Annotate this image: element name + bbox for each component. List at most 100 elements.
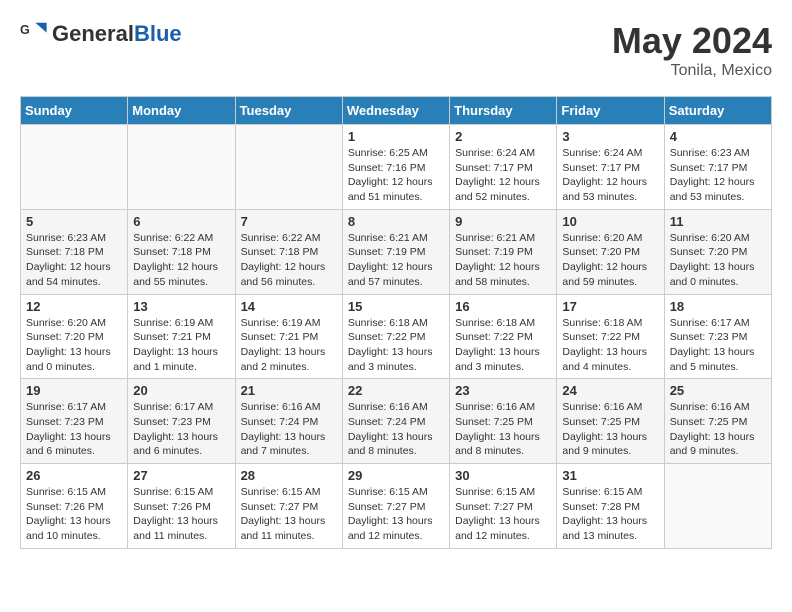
day-number: 15 [348, 299, 444, 314]
day-info: Sunrise: 6:23 AM Sunset: 7:17 PM Dayligh… [670, 146, 766, 205]
day-info: Sunrise: 6:15 AM Sunset: 7:28 PM Dayligh… [562, 485, 658, 544]
calendar-cell: 19Sunrise: 6:17 AM Sunset: 7:23 PM Dayli… [21, 379, 128, 464]
day-info: Sunrise: 6:25 AM Sunset: 7:16 PM Dayligh… [348, 146, 444, 205]
day-number: 20 [133, 383, 229, 398]
calendar-cell: 26Sunrise: 6:15 AM Sunset: 7:26 PM Dayli… [21, 464, 128, 549]
day-number: 28 [241, 468, 337, 483]
calendar-cell: 6 Sunrise: 6:22 AM Sunset: 7:18 PM Daylig… [128, 209, 235, 294]
calendar-cell: 9 Sunrise: 6:21 AM Sunset: 7:19 PM Daylig… [450, 209, 557, 294]
day-of-week-header: Tuesday [235, 97, 342, 125]
day-number: 21 [241, 383, 337, 398]
calendar-week-row: 1 Sunrise: 6:25 AM Sunset: 7:16 PM Daylig… [21, 125, 772, 210]
calendar-cell: 20 Sunrise: 6:17 AM Sunset: 7:23 PM Dayli… [128, 379, 235, 464]
day-of-week-header: Thursday [450, 97, 557, 125]
day-info: Sunrise: 6:24 AM Sunset: 7:17 PM Dayligh… [455, 146, 551, 205]
calendar-cell: 13 Sunrise: 6:19 AM Sunset: 7:21 PM Dayli… [128, 294, 235, 379]
day-number: 5 [26, 214, 122, 229]
calendar-week-row: 5 Sunrise: 6:23 AM Sunset: 7:18 PM Daylig… [21, 209, 772, 294]
calendar-cell: 23 Sunrise: 6:16 AM Sunset: 7:25 PM Dayli… [450, 379, 557, 464]
calendar-cell: 10Sunrise: 6:20 AM Sunset: 7:20 PM Dayli… [557, 209, 664, 294]
day-number: 30 [455, 468, 551, 483]
calendar-cell: 31 Sunrise: 6:15 AM Sunset: 7:28 PM Dayli… [557, 464, 664, 549]
day-of-week-header: Monday [128, 97, 235, 125]
calendar-cell: 17 Sunrise: 6:18 AM Sunset: 7:22 PM Dayli… [557, 294, 664, 379]
calendar-cell [235, 125, 342, 210]
day-info: Sunrise: 6:16 AM Sunset: 7:24 PM Dayligh… [348, 400, 444, 459]
calendar-cell [664, 464, 771, 549]
day-info: Sunrise: 6:16 AM Sunset: 7:25 PM Dayligh… [455, 400, 551, 459]
calendar-cell: 15 Sunrise: 6:18 AM Sunset: 7:22 PM Dayli… [342, 294, 449, 379]
calendar-cell: 2 Sunrise: 6:24 AM Sunset: 7:17 PM Daylig… [450, 125, 557, 210]
day-info: Sunrise: 6:18 AM Sunset: 7:22 PM Dayligh… [455, 316, 551, 375]
calendar-cell: 27 Sunrise: 6:15 AM Sunset: 7:26 PM Dayli… [128, 464, 235, 549]
day-number: 16 [455, 299, 551, 314]
day-info: Sunrise: 6:21 AM Sunset: 7:19 PM Dayligh… [455, 231, 551, 290]
day-number: 6 [133, 214, 229, 229]
day-info: Sunrise: 6:18 AM Sunset: 7:22 PM Dayligh… [562, 316, 658, 375]
day-number: 12 [26, 299, 122, 314]
title-block: May 2024 Tonila, Mexico [612, 20, 772, 80]
day-info: Sunrise: 6:19 AM Sunset: 7:21 PM Dayligh… [133, 316, 229, 375]
calendar-week-row: 19Sunrise: 6:17 AM Sunset: 7:23 PM Dayli… [21, 379, 772, 464]
calendar-week-row: 12Sunrise: 6:20 AM Sunset: 7:20 PM Dayli… [21, 294, 772, 379]
day-number: 1 [348, 129, 444, 144]
day-info: Sunrise: 6:15 AM Sunset: 7:26 PM Dayligh… [133, 485, 229, 544]
page-header: G GeneralBlue May 2024 Tonila, Mexico [20, 20, 772, 80]
day-number: 13 [133, 299, 229, 314]
day-number: 9 [455, 214, 551, 229]
calendar-cell: 18Sunrise: 6:17 AM Sunset: 7:23 PM Dayli… [664, 294, 771, 379]
day-number: 2 [455, 129, 551, 144]
day-info: Sunrise: 6:15 AM Sunset: 7:26 PM Dayligh… [26, 485, 122, 544]
day-info: Sunrise: 6:16 AM Sunset: 7:25 PM Dayligh… [562, 400, 658, 459]
day-info: Sunrise: 6:17 AM Sunset: 7:23 PM Dayligh… [670, 316, 766, 375]
calendar-cell: 5 Sunrise: 6:23 AM Sunset: 7:18 PM Daylig… [21, 209, 128, 294]
day-info: Sunrise: 6:16 AM Sunset: 7:25 PM Dayligh… [670, 400, 766, 459]
day-number: 10 [562, 214, 658, 229]
calendar-cell: 21 Sunrise: 6:16 AM Sunset: 7:24 PM Dayli… [235, 379, 342, 464]
day-info: Sunrise: 6:15 AM Sunset: 7:27 PM Dayligh… [241, 485, 337, 544]
calendar-cell: 1 Sunrise: 6:25 AM Sunset: 7:16 PM Daylig… [342, 125, 449, 210]
calendar-cell: 29 Sunrise: 6:15 AM Sunset: 7:27 PM Dayli… [342, 464, 449, 549]
calendar-table: SundayMondayTuesdayWednesdayThursdayFrid… [20, 96, 772, 549]
day-number: 27 [133, 468, 229, 483]
day-number: 7 [241, 214, 337, 229]
day-info: Sunrise: 6:16 AM Sunset: 7:24 PM Dayligh… [241, 400, 337, 459]
day-info: Sunrise: 6:22 AM Sunset: 7:18 PM Dayligh… [133, 231, 229, 290]
calendar-header-row: SundayMondayTuesdayWednesdayThursdayFrid… [21, 97, 772, 125]
day-number: 23 [455, 383, 551, 398]
day-of-week-header: Sunday [21, 97, 128, 125]
day-number: 17 [562, 299, 658, 314]
logo-icon: G [20, 20, 48, 48]
day-info: Sunrise: 6:19 AM Sunset: 7:21 PM Dayligh… [241, 316, 337, 375]
day-of-week-header: Wednesday [342, 97, 449, 125]
day-number: 24 [562, 383, 658, 398]
day-info: Sunrise: 6:18 AM Sunset: 7:22 PM Dayligh… [348, 316, 444, 375]
calendar-cell: 7 Sunrise: 6:22 AM Sunset: 7:18 PM Daylig… [235, 209, 342, 294]
day-info: Sunrise: 6:22 AM Sunset: 7:18 PM Dayligh… [241, 231, 337, 290]
day-info: Sunrise: 6:24 AM Sunset: 7:17 PM Dayligh… [562, 146, 658, 205]
day-number: 11 [670, 214, 766, 229]
logo: G GeneralBlue [20, 20, 182, 48]
calendar-cell: 16 Sunrise: 6:18 AM Sunset: 7:22 PM Dayli… [450, 294, 557, 379]
day-info: Sunrise: 6:23 AM Sunset: 7:18 PM Dayligh… [26, 231, 122, 290]
day-of-week-header: Friday [557, 97, 664, 125]
day-number: 22 [348, 383, 444, 398]
day-info: Sunrise: 6:15 AM Sunset: 7:27 PM Dayligh… [455, 485, 551, 544]
day-number: 4 [670, 129, 766, 144]
calendar-cell: 3Sunrise: 6:24 AM Sunset: 7:17 PM Daylig… [557, 125, 664, 210]
day-number: 8 [348, 214, 444, 229]
calendar-cell: 24 Sunrise: 6:16 AM Sunset: 7:25 PM Dayli… [557, 379, 664, 464]
day-info: Sunrise: 6:15 AM Sunset: 7:27 PM Dayligh… [348, 485, 444, 544]
day-number: 29 [348, 468, 444, 483]
calendar-week-row: 26Sunrise: 6:15 AM Sunset: 7:26 PM Dayli… [21, 464, 772, 549]
day-info: Sunrise: 6:17 AM Sunset: 7:23 PM Dayligh… [26, 400, 122, 459]
month-year-title: May 2024 [612, 20, 772, 62]
day-of-week-header: Saturday [664, 97, 771, 125]
calendar-cell: 28 Sunrise: 6:15 AM Sunset: 7:27 PM Dayli… [235, 464, 342, 549]
day-number: 31 [562, 468, 658, 483]
calendar-cell: 25Sunrise: 6:16 AM Sunset: 7:25 PM Dayli… [664, 379, 771, 464]
svg-text:G: G [20, 23, 30, 37]
logo-blue: Blue [134, 21, 182, 46]
day-info: Sunrise: 6:17 AM Sunset: 7:23 PM Dayligh… [133, 400, 229, 459]
calendar-cell: 22 Sunrise: 6:16 AM Sunset: 7:24 PM Dayli… [342, 379, 449, 464]
